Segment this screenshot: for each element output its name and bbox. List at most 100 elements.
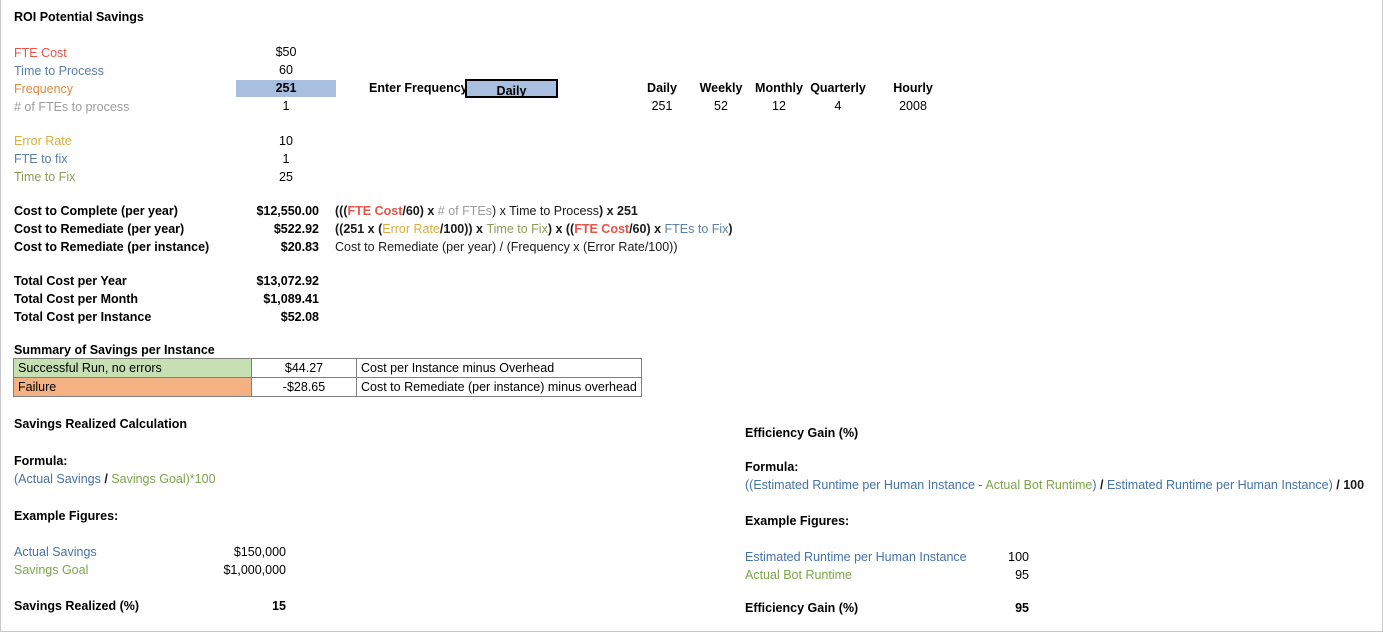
input-value-1: 60 — [279, 63, 293, 77]
error-input-value-2: 25 — [279, 170, 293, 184]
total-value-2: $52.08 — [280, 310, 319, 324]
error-input-label-1: FTE to fix — [14, 152, 68, 166]
frequency-header-hourly: Hourly — [893, 81, 933, 95]
efficiency-formula: ((Estimated Runtime per Human Instance -… — [745, 478, 1364, 492]
savings-example-value-0: $150,000 — [233, 545, 286, 559]
summary-savings-table: Successful Run, no errors $44.27 Cost per … — [13, 358, 642, 397]
error-input-label-2: Time to Fix — [14, 170, 76, 184]
cost-value-0: $12,550.00 — [256, 204, 319, 218]
formula-token: / — [1096, 478, 1107, 492]
formula-token: / — [100, 472, 112, 486]
total-label-2: Total Cost per Instance — [14, 310, 152, 324]
frequency-value-daily: 251 — [651, 99, 673, 113]
efficiency-example-value-0: 100 — [1008, 550, 1029, 564]
formula-token: Time to Process — [509, 204, 599, 218]
table-row: Successful Run, no errors $44.27 Cost per … — [13, 358, 642, 378]
summary-value-1: -$28.65 — [251, 377, 357, 397]
formula-token: FTE Cost — [574, 222, 630, 236]
formula-token: Time to Fix — [486, 222, 548, 236]
total-value-0: $13,072.92 — [256, 274, 319, 288]
formula-token: FTE Cost — [347, 204, 403, 218]
total-label-1: Total Cost per Month — [14, 292, 139, 306]
formula-token: FTEs to Fix — [664, 222, 729, 236]
frequency-header-daily: Daily — [647, 81, 677, 95]
cost-formula-0: (((FTE Cost/60) x # of FTEs) x Time to P… — [335, 204, 638, 218]
page-title: ROI Potential Savings — [14, 10, 144, 24]
efficiency-example-value-1: 95 — [1015, 568, 1029, 582]
formula-token: (Actual Savings — [14, 472, 101, 486]
summary-label-0: Successful Run, no errors — [13, 358, 252, 378]
cost-formula-2: Cost to Remediate (per year) / (Frequenc… — [335, 240, 677, 254]
efficiency-example-label-1: Actual Bot Runtime — [745, 568, 852, 582]
input-value-2[interactable]: 251 — [236, 80, 336, 97]
cost-formula-1: ((251 x (Error Rate/100)) x Time to Fix)… — [335, 222, 733, 236]
frequency-header-quarterly: Quarterly — [810, 81, 866, 95]
savings-result-label: Savings Realized (%) — [14, 599, 140, 613]
summary-note-1: Cost to Remediate (per instance) minus o… — [356, 377, 642, 397]
savings-section-heading: Savings Realized Calculation — [14, 417, 187, 431]
cost-value-1: $522.92 — [273, 222, 319, 236]
enter-frequency-label: Enter Frequency: — [369, 81, 472, 95]
formula-token: ((251 x ( — [335, 222, 383, 236]
formula-token: /60) x — [402, 204, 438, 218]
frequency-header-monthly: Monthly — [755, 81, 803, 95]
formula-token: /100)) x — [439, 222, 487, 236]
input-label-2: Frequency — [14, 82, 74, 96]
summary-heading: Summary of Savings per Instance — [14, 343, 215, 357]
frequency-select[interactable]: Daily — [465, 79, 558, 98]
formula-token: # of FTEs — [437, 204, 492, 218]
savings-formula: (Actual Savings / Savings Goal)*100 — [14, 472, 216, 486]
formula-token: Actual Bot Runtime — [985, 478, 1093, 492]
formula-token: Savings Goal — [111, 472, 186, 486]
input-label-3: # of FTEs to process — [14, 100, 130, 114]
table-row: Failure -$28.65 Cost to Remediate (per ins… — [13, 377, 642, 397]
efficiency-result-label: Efficiency Gain (%) — [745, 601, 859, 615]
efficiency-section-heading: Efficiency Gain (%) — [745, 426, 859, 440]
summary-value-0: $44.27 — [251, 358, 357, 378]
cost-label-2: Cost to Remediate (per instance) — [14, 240, 210, 254]
error-input-value-0: 10 — [279, 134, 293, 148]
savings-examples-label: Example Figures: — [14, 509, 119, 523]
formula-token: ) x — [491, 204, 510, 218]
frequency-value-quarterly: 4 — [834, 99, 842, 113]
savings-example-value-1: $1,000,000 — [223, 563, 286, 577]
summary-note-0: Cost per Instance minus Overhead — [356, 358, 642, 378]
savings-result-value: 15 — [272, 599, 286, 613]
frequency-value-monthly: 12 — [772, 99, 786, 113]
frequency-value-weekly: 52 — [714, 99, 728, 113]
efficiency-formula-label: Formula: — [745, 460, 799, 474]
formula-token: Cost to Remediate (per year) / (Frequenc… — [335, 240, 678, 254]
input-value-3: 1 — [282, 99, 290, 113]
savings-example-label-0: Actual Savings — [14, 545, 97, 559]
total-label-0: Total Cost per Year — [14, 274, 127, 288]
efficiency-example-label-0: Estimated Runtime per Human Instance — [745, 550, 967, 564]
formula-token: ((Estimated Runtime per Human Instance - — [745, 478, 986, 492]
formula-token: Error Rate — [382, 222, 440, 236]
roi-spreadsheet-sheet: ROI Potential Savings FTE Cost Time to Pr… — [0, 0, 1383, 632]
formula-token: 100 — [1343, 478, 1365, 492]
error-input-label-0: Error Rate — [14, 134, 72, 148]
formula-token: ((( — [335, 204, 348, 218]
formula-token: )*100 — [185, 472, 216, 486]
total-value-1: $1,089.41 — [263, 292, 319, 306]
formula-token: ) x (( — [547, 222, 575, 236]
formula-token: / — [1332, 478, 1344, 492]
formula-token: ) — [728, 222, 733, 236]
error-input-value-1: 1 — [282, 152, 290, 166]
efficiency-examples-label: Example Figures: — [745, 514, 850, 528]
frequency-header-weekly: Weekly — [699, 81, 743, 95]
input-label-0: FTE Cost — [14, 46, 67, 60]
formula-token: Estimated Runtime per Human Instance) — [1106, 478, 1333, 492]
efficiency-result-value: 95 — [1015, 601, 1029, 615]
cost-label-0: Cost to Complete (per year) — [14, 204, 178, 218]
input-label-1: Time to Process — [14, 64, 104, 78]
savings-formula-label: Formula: — [14, 454, 68, 468]
formula-token: /60) x — [629, 222, 665, 236]
cost-label-1: Cost to Remediate (per year) — [14, 222, 185, 236]
savings-example-label-1: Savings Goal — [14, 563, 89, 577]
cost-value-2: $20.83 — [280, 240, 319, 254]
input-value-0: $50 — [275, 45, 297, 59]
formula-token: ) x 251 — [598, 204, 638, 218]
frequency-value-hourly: 2008 — [899, 99, 927, 113]
summary-label-1: Failure — [13, 377, 252, 397]
